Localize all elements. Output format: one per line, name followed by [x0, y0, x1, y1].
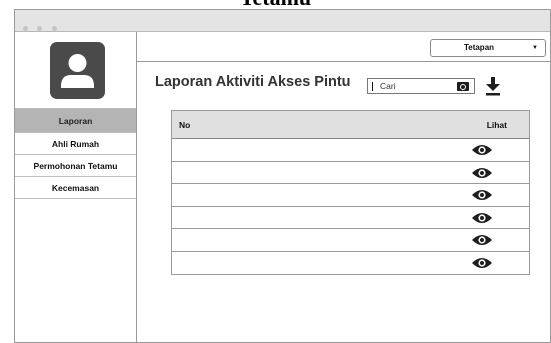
eye-icon[interactable]: [471, 233, 493, 252]
search-placeholder: Cari: [380, 81, 396, 91]
main-content: Tetapan ▼ Laporan Aktiviti Akses Pintu C…: [137, 32, 550, 342]
top-bar: Tetapan ▼: [137, 32, 550, 62]
table-row: [172, 252, 529, 275]
sidebar-item-label: Kecemasan: [51, 183, 100, 193]
app-window: Laporan Ahli Rumah Permohonan Tetamu Kec…: [14, 9, 551, 343]
search-input[interactable]: Cari: [367, 78, 475, 94]
table-row: [172, 207, 529, 230]
user-avatar-icon[interactable]: [50, 42, 105, 99]
sidebar-item-kecemasan[interactable]: Kecemasan: [15, 177, 136, 199]
eye-icon[interactable]: [471, 188, 493, 207]
eye-icon[interactable]: [471, 143, 493, 162]
eye-icon[interactable]: [471, 211, 493, 230]
search-icon[interactable]: [457, 82, 469, 91]
settings-dropdown-label: Tetapan: [463, 43, 495, 52]
text-cursor: [372, 82, 373, 91]
eye-icon[interactable]: [471, 166, 493, 185]
sidebar-item-ahli-rumah[interactable]: Ahli Rumah: [15, 133, 136, 155]
table-row: [172, 139, 529, 162]
table-header: No Lihat: [172, 111, 529, 139]
page-title: Laporan Aktiviti Akses Pintu: [155, 74, 351, 90]
sidebar-item-permohonan-tetamu[interactable]: Permohonan Tetamu: [15, 155, 136, 177]
sidebar-item-label: Laporan: [58, 116, 93, 126]
sidebar-item-label: Permohonan Tetamu: [33, 161, 118, 171]
table-row: [172, 229, 529, 252]
window-titlebar: [15, 10, 550, 32]
sidebar: Laporan Ahli Rumah Permohonan Tetamu Kec…: [15, 32, 137, 342]
table-row: [172, 162, 529, 185]
sidebar-item-laporan[interactable]: Laporan: [15, 109, 136, 133]
download-icon[interactable]: [485, 76, 501, 96]
eye-icon[interactable]: [471, 256, 493, 275]
caret-down-icon: ▼: [532, 45, 538, 51]
access-log-table: No Lihat: [171, 110, 530, 275]
column-header-lihat: Lihat: [486, 120, 507, 130]
settings-dropdown[interactable]: Tetapan ▼: [430, 39, 546, 57]
maximize-dot-icon[interactable]: [51, 26, 57, 31]
close-dot-icon[interactable]: [23, 26, 28, 31]
sidebar-item-label: Ahli Rumah: [51, 139, 100, 149]
table-row: [172, 184, 529, 207]
minimize-dot-icon[interactable]: [37, 26, 43, 31]
column-header-no: No: [179, 120, 191, 130]
sidebar-nav: Laporan Ahli Rumah Permohonan Tetamu Kec…: [15, 108, 136, 199]
